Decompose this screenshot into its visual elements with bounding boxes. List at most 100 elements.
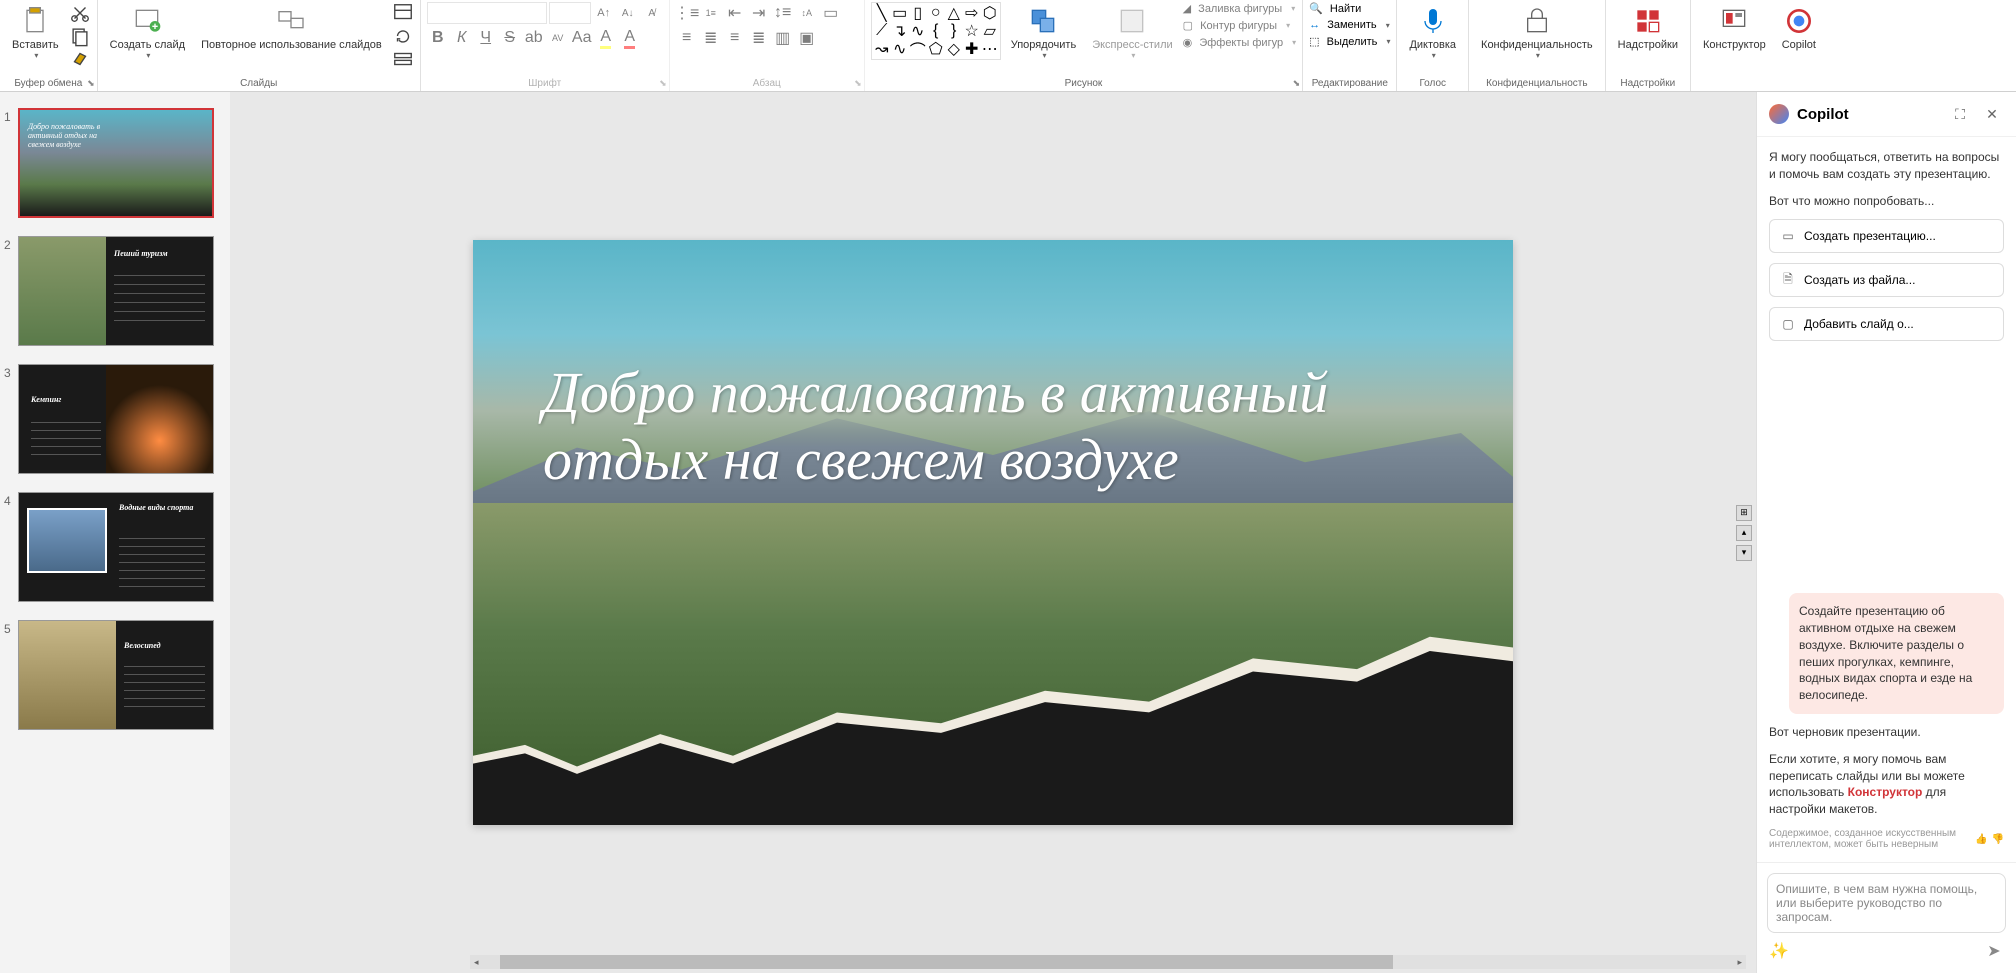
new-slide-button[interactable]: Создать слайд ▾: [104, 2, 191, 63]
smartart-button[interactable]: ▣: [796, 27, 818, 49]
shape-arc[interactable]: ⌒: [910, 41, 926, 57]
indent-inc-button[interactable]: ⇥: [748, 2, 770, 24]
shape-triangle[interactable]: △: [946, 5, 962, 21]
format-painter-button[interactable]: [69, 48, 91, 70]
align-left-button[interactable]: ≡: [676, 27, 698, 49]
font-size-input[interactable]: [549, 2, 591, 24]
copilot-action-create[interactable]: ▭ Создать презентацию...: [1769, 219, 2004, 253]
thumbnail-panel[interactable]: 1 Добро пожаловать в активный отдых на с…: [0, 92, 230, 973]
copilot-send-button[interactable]: ➤: [1982, 939, 2006, 963]
expand-icon[interactable]: ⬊: [1293, 78, 1301, 89]
shape-star[interactable]: ☆: [964, 23, 980, 39]
shape-rect[interactable]: ▭: [892, 5, 908, 21]
highlight-button[interactable]: A: [595, 27, 617, 49]
indent-dec-button[interactable]: ⇤: [724, 2, 746, 24]
arrange-button[interactable]: Упорядочить ▾: [1005, 2, 1082, 63]
slide-editor-area[interactable]: Добро пожаловать в активный отдых на све…: [230, 92, 1756, 973]
copilot-prompts-button[interactable]: ✨: [1767, 939, 1791, 963]
thumbnail-item[interactable]: 2 Пеший туризм: [4, 236, 222, 346]
replace-button[interactable]: ↔ Заменить ▾: [1309, 19, 1390, 31]
addins-button[interactable]: Надстройки: [1612, 2, 1684, 54]
spacing-button[interactable]: AV: [547, 27, 569, 49]
cut-button[interactable]: [69, 2, 91, 24]
thumbnail-slide[interactable]: Пеший туризм: [18, 236, 214, 346]
thumbnail-slide[interactable]: Водные виды спорта: [18, 492, 214, 602]
shape-pentagon[interactable]: ⬠: [928, 41, 944, 57]
shape-line[interactable]: ╲: [874, 5, 890, 21]
expand-icon[interactable]: ⬊: [659, 78, 667, 89]
reuse-slides-button[interactable]: Повторное использование слайдов: [195, 2, 388, 54]
shape-more[interactable]: ⋯: [982, 41, 998, 57]
strike-button[interactable]: S: [499, 27, 521, 49]
copilot-ribbon-button[interactable]: Copilot: [1776, 2, 1822, 54]
find-button[interactable]: 🔍 Найти: [1309, 2, 1390, 15]
shape-line2[interactable]: ⟋: [874, 23, 890, 39]
copilot-close-button[interactable]: ✕: [1980, 102, 2004, 126]
shape-rect2[interactable]: ▯: [910, 5, 926, 21]
text-direction-button[interactable]: ↕A: [796, 2, 818, 24]
layout-button[interactable]: [392, 2, 414, 24]
thumbnail-item[interactable]: 1 Добро пожаловать в активный отдых на с…: [4, 108, 222, 218]
thumbs-up-button[interactable]: 👍: [1975, 834, 1987, 845]
copilot-action-fromfile[interactable]: 🗎 Создать из файла...: [1769, 263, 2004, 297]
thumbnail-item[interactable]: 4 Водные виды спорта: [4, 492, 222, 602]
underline-button[interactable]: Ч: [475, 27, 497, 49]
shape-brace[interactable]: {: [928, 23, 944, 39]
shape-connector[interactable]: ↴: [892, 23, 908, 39]
shape-diamond[interactable]: ◇: [946, 41, 962, 57]
select-button[interactable]: ⬚ Выделить ▾: [1309, 35, 1390, 48]
privacy-button[interactable]: Конфиденциальность ▾: [1475, 2, 1599, 63]
font-color-button[interactable]: A: [619, 27, 641, 49]
copilot-action-addslide[interactable]: ▢ Добавить слайд о...: [1769, 307, 2004, 341]
next-slide-button[interactable]: ▾: [1736, 545, 1752, 561]
line-spacing-button[interactable]: ↕≡: [772, 2, 794, 24]
justify-button[interactable]: ≣: [748, 27, 770, 49]
shape-effects-button[interactable]: ◉ Эффекты фигур ▾: [1183, 36, 1297, 49]
shape-fill-button[interactable]: ◢ Заливка фигуры ▾: [1183, 2, 1297, 15]
shape-plus[interactable]: ✚: [964, 41, 980, 57]
section-button[interactable]: [392, 48, 414, 70]
numbering-button[interactable]: 1≡: [700, 2, 722, 24]
thumbnail-slide[interactable]: Кемпинг: [18, 364, 214, 474]
align-text-button[interactable]: ▭: [820, 2, 842, 24]
decrease-font-button[interactable]: A↓: [617, 2, 639, 24]
shape-outline-button[interactable]: ▢ Контур фигуры ▾: [1183, 19, 1297, 32]
shape-callout[interactable]: ▱: [982, 23, 998, 39]
shape-brace2[interactable]: }: [946, 23, 962, 39]
dictate-button[interactable]: Диктовка ▾: [1403, 2, 1462, 63]
copilot-expand-button[interactable]: ⛶: [1948, 102, 1972, 126]
clear-format-button[interactable]: A̸: [641, 2, 663, 24]
case-button[interactable]: Aa: [571, 27, 593, 49]
thumbnail-item[interactable]: 5 Велосипед: [4, 620, 222, 730]
designer-link[interactable]: Конструктор: [1848, 785, 1923, 799]
shape-hexagon[interactable]: ⬡: [982, 5, 998, 21]
copy-button[interactable]: [69, 25, 91, 47]
thumbnail-slide[interactable]: Велосипед: [18, 620, 214, 730]
shapes-gallery[interactable]: ╲ ▭ ▯ ○ △ ⇨ ⬡ ⟋ ↴ ∿ { } ☆ ▱ ↝ ∿ ⌒ ⬠ ◇ ✚: [871, 2, 1001, 60]
copilot-input[interactable]: Опишите, в чем вам нужна помощь, или выб…: [1767, 873, 2006, 933]
shape-scribble[interactable]: ∿: [892, 41, 908, 57]
prev-slide-button[interactable]: ▴: [1736, 525, 1752, 541]
bullets-button[interactable]: ⋮≡: [676, 2, 698, 24]
fit-button[interactable]: ⊞: [1736, 505, 1752, 521]
thumbnail-slide[interactable]: Добро пожаловать в активный отдых на све…: [18, 108, 214, 218]
font-name-input[interactable]: [427, 2, 547, 24]
thumbs-down-button[interactable]: 👎: [1992, 834, 2004, 845]
increase-font-button[interactable]: A↑: [593, 2, 615, 24]
expand-icon[interactable]: ⬊: [87, 78, 95, 89]
slide-title-text[interactable]: Добро пожаловать в активный отдых на све…: [543, 360, 1363, 493]
shape-arrow[interactable]: ⇨: [964, 5, 980, 21]
columns-button[interactable]: ▥: [772, 27, 794, 49]
thumbnail-item[interactable]: 3 Кемпинг: [4, 364, 222, 474]
reset-button[interactable]: [392, 25, 414, 47]
align-center-button[interactable]: ≣: [700, 27, 722, 49]
horizontal-scrollbar[interactable]: ◂ ▸: [470, 955, 1746, 969]
italic-button[interactable]: К: [451, 27, 473, 49]
expand-icon[interactable]: ⬊: [854, 78, 862, 89]
shape-freeform[interactable]: ↝: [874, 41, 890, 57]
bold-button[interactable]: B: [427, 27, 449, 49]
main-slide[interactable]: Добро пожаловать в активный отдых на све…: [473, 240, 1513, 825]
paste-button[interactable]: Вставить ▾: [6, 2, 65, 63]
shadow-button[interactable]: ab: [523, 27, 545, 49]
scrollbar-thumb[interactable]: [500, 955, 1393, 969]
